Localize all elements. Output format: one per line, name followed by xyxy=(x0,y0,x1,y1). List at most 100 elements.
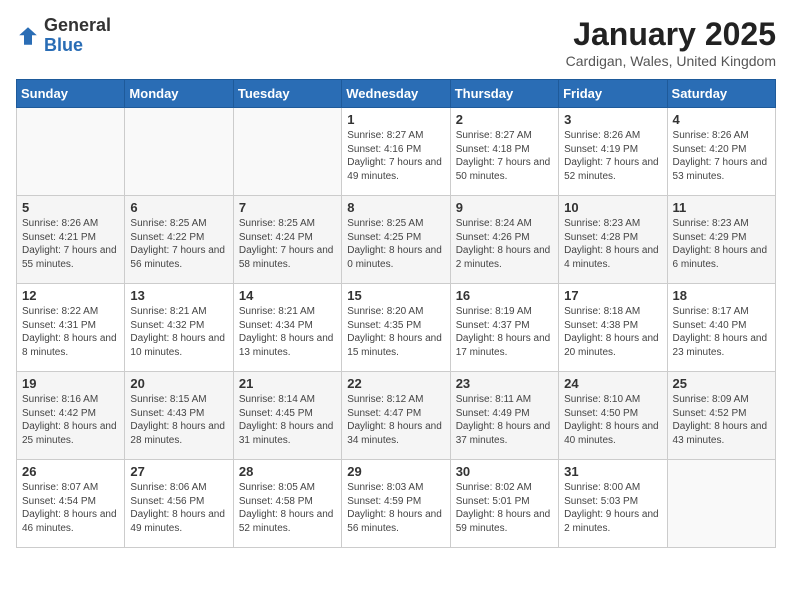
calendar-week-row: 19 Sunrise: 8:16 AM Sunset: 4:42 PM Dayli… xyxy=(17,372,776,460)
calendar-day-cell: 19 Sunrise: 8:16 AM Sunset: 4:42 PM Dayli… xyxy=(17,372,125,460)
calendar-day-cell: 5 Sunrise: 8:26 AM Sunset: 4:21 PM Daylig… xyxy=(17,196,125,284)
calendar-day-cell: 27 Sunrise: 8:06 AM Sunset: 4:56 PM Dayli… xyxy=(125,460,233,548)
calendar-day-header: Saturday xyxy=(667,80,775,108)
calendar-day-cell xyxy=(667,460,775,548)
day-number: 31 xyxy=(564,464,661,479)
day-number: 11 xyxy=(673,200,770,215)
day-info: Sunrise: 8:09 AM Sunset: 4:52 PM Dayligh… xyxy=(673,393,770,447)
calendar-week-row: 26 Sunrise: 8:07 AM Sunset: 4:54 PM Dayli… xyxy=(17,460,776,548)
calendar-day-cell: 4 Sunrise: 8:26 AM Sunset: 4:20 PM Daylig… xyxy=(667,108,775,196)
day-info: Sunrise: 8:12 AM Sunset: 4:47 PM Dayligh… xyxy=(347,393,444,447)
calendar-day-cell: 15 Sunrise: 8:20 AM Sunset: 4:35 PM Dayli… xyxy=(342,284,450,372)
calendar-day-cell: 29 Sunrise: 8:03 AM Sunset: 4:59 PM Dayli… xyxy=(342,460,450,548)
day-info: Sunrise: 8:26 AM Sunset: 4:21 PM Dayligh… xyxy=(22,217,119,271)
calendar-day-header: Friday xyxy=(559,80,667,108)
day-number: 16 xyxy=(456,288,553,303)
day-info: Sunrise: 8:21 AM Sunset: 4:32 PM Dayligh… xyxy=(130,305,227,359)
day-number: 27 xyxy=(130,464,227,479)
day-number: 4 xyxy=(673,112,770,127)
calendar-day-header: Monday xyxy=(125,80,233,108)
day-info: Sunrise: 8:16 AM Sunset: 4:42 PM Dayligh… xyxy=(22,393,119,447)
calendar-day-cell: 7 Sunrise: 8:25 AM Sunset: 4:24 PM Daylig… xyxy=(233,196,341,284)
day-info: Sunrise: 8:18 AM Sunset: 4:38 PM Dayligh… xyxy=(564,305,661,359)
day-info: Sunrise: 8:15 AM Sunset: 4:43 PM Dayligh… xyxy=(130,393,227,447)
day-number: 15 xyxy=(347,288,444,303)
day-info: Sunrise: 8:06 AM Sunset: 4:56 PM Dayligh… xyxy=(130,481,227,535)
day-number: 8 xyxy=(347,200,444,215)
calendar-day-cell xyxy=(17,108,125,196)
day-number: 14 xyxy=(239,288,336,303)
calendar-day-cell xyxy=(233,108,341,196)
calendar-day-cell: 22Sunrise: 8:12 AM Sunset: 4:47 PM Dayli… xyxy=(342,372,450,460)
day-info: Sunrise: 8:19 AM Sunset: 4:37 PM Dayligh… xyxy=(456,305,553,359)
page-header: General Blue January 2025 Cardigan, Wale… xyxy=(16,16,776,69)
calendar-day-cell: 30Sunrise: 8:02 AM Sunset: 5:01 PM Dayli… xyxy=(450,460,558,548)
calendar-day-cell: 20 Sunrise: 8:15 AM Sunset: 4:43 PM Dayli… xyxy=(125,372,233,460)
calendar-day-cell: 3Sunrise: 8:26 AM Sunset: 4:19 PM Daylig… xyxy=(559,108,667,196)
day-info: Sunrise: 8:23 AM Sunset: 4:28 PM Dayligh… xyxy=(564,217,661,271)
day-info: Sunrise: 8:17 AM Sunset: 4:40 PM Dayligh… xyxy=(673,305,770,359)
day-info: Sunrise: 8:21 AM Sunset: 4:34 PM Dayligh… xyxy=(239,305,336,359)
logo-general-text: General xyxy=(44,15,111,35)
day-number: 6 xyxy=(130,200,227,215)
day-number: 28 xyxy=(239,464,336,479)
calendar-day-cell: 9Sunrise: 8:24 AM Sunset: 4:26 PM Daylig… xyxy=(450,196,558,284)
calendar-day-cell: 2 Sunrise: 8:27 AM Sunset: 4:18 PM Daylig… xyxy=(450,108,558,196)
calendar-week-row: 12 Sunrise: 8:22 AM Sunset: 4:31 PM Dayli… xyxy=(17,284,776,372)
title-block: January 2025 Cardigan, Wales, United Kin… xyxy=(566,16,776,69)
day-info: Sunrise: 8:25 AM Sunset: 4:24 PM Dayligh… xyxy=(239,217,336,271)
day-number: 1 xyxy=(347,112,444,127)
calendar-day-cell: 23 Sunrise: 8:11 AM Sunset: 4:49 PM Dayli… xyxy=(450,372,558,460)
day-info: Sunrise: 8:23 AM Sunset: 4:29 PM Dayligh… xyxy=(673,217,770,271)
day-number: 13 xyxy=(130,288,227,303)
calendar-day-cell: 8 Sunrise: 8:25 AM Sunset: 4:25 PM Daylig… xyxy=(342,196,450,284)
day-info: Sunrise: 8:11 AM Sunset: 4:49 PM Dayligh… xyxy=(456,393,553,447)
day-number: 23 xyxy=(456,376,553,391)
day-info: Sunrise: 8:25 AM Sunset: 4:25 PM Dayligh… xyxy=(347,217,444,271)
day-number: 19 xyxy=(22,376,119,391)
day-number: 30 xyxy=(456,464,553,479)
day-info: Sunrise: 8:03 AM Sunset: 4:59 PM Dayligh… xyxy=(347,481,444,535)
calendar-header-row: SundayMondayTuesdayWednesdayThursdayFrid… xyxy=(17,80,776,108)
day-number: 2 xyxy=(456,112,553,127)
calendar-body: 1 Sunrise: 8:27 AM Sunset: 4:16 PM Daylig… xyxy=(17,108,776,548)
calendar-day-cell: 16 Sunrise: 8:19 AM Sunset: 4:37 PM Dayli… xyxy=(450,284,558,372)
day-info: Sunrise: 8:25 AM Sunset: 4:22 PM Dayligh… xyxy=(130,217,227,271)
day-info: Sunrise: 8:22 AM Sunset: 4:31 PM Dayligh… xyxy=(22,305,119,359)
day-number: 10 xyxy=(564,200,661,215)
day-number: 5 xyxy=(22,200,119,215)
location-text: Cardigan, Wales, United Kingdom xyxy=(566,53,776,69)
day-number: 12 xyxy=(22,288,119,303)
calendar-day-cell: 26 Sunrise: 8:07 AM Sunset: 4:54 PM Dayli… xyxy=(17,460,125,548)
calendar-day-cell: 21Sunrise: 8:14 AM Sunset: 4:45 PM Dayli… xyxy=(233,372,341,460)
calendar-day-cell: 17 Sunrise: 8:18 AM Sunset: 4:38 PM Dayli… xyxy=(559,284,667,372)
calendar-day-cell: 12 Sunrise: 8:22 AM Sunset: 4:31 PM Dayli… xyxy=(17,284,125,372)
day-number: 7 xyxy=(239,200,336,215)
day-number: 18 xyxy=(673,288,770,303)
day-info: Sunrise: 8:27 AM Sunset: 4:18 PM Dayligh… xyxy=(456,129,553,183)
day-number: 20 xyxy=(130,376,227,391)
day-info: Sunrise: 8:10 AM Sunset: 4:50 PM Dayligh… xyxy=(564,393,661,447)
calendar-day-header: Tuesday xyxy=(233,80,341,108)
day-number: 29 xyxy=(347,464,444,479)
day-number: 3 xyxy=(564,112,661,127)
calendar-day-cell xyxy=(125,108,233,196)
day-number: 9 xyxy=(456,200,553,215)
day-number: 17 xyxy=(564,288,661,303)
calendar-day-header: Thursday xyxy=(450,80,558,108)
day-info: Sunrise: 8:27 AM Sunset: 4:16 PM Dayligh… xyxy=(347,129,444,183)
logo-icon xyxy=(16,24,40,48)
logo: General Blue xyxy=(16,16,111,56)
day-info: Sunrise: 8:14 AM Sunset: 4:45 PM Dayligh… xyxy=(239,393,336,447)
day-info: Sunrise: 8:07 AM Sunset: 4:54 PM Dayligh… xyxy=(22,481,119,535)
calendar-day-header: Sunday xyxy=(17,80,125,108)
calendar-week-row: 1 Sunrise: 8:27 AM Sunset: 4:16 PM Daylig… xyxy=(17,108,776,196)
day-number: 25 xyxy=(673,376,770,391)
month-title: January 2025 xyxy=(566,16,776,53)
day-number: 26 xyxy=(22,464,119,479)
day-info: Sunrise: 8:26 AM Sunset: 4:20 PM Dayligh… xyxy=(673,129,770,183)
calendar-day-cell: 25 Sunrise: 8:09 AM Sunset: 4:52 PM Dayli… xyxy=(667,372,775,460)
calendar-day-cell: 11 Sunrise: 8:23 AM Sunset: 4:29 PM Dayli… xyxy=(667,196,775,284)
day-info: Sunrise: 8:20 AM Sunset: 4:35 PM Dayligh… xyxy=(347,305,444,359)
calendar-day-cell: 10 Sunrise: 8:23 AM Sunset: 4:28 PM Dayli… xyxy=(559,196,667,284)
